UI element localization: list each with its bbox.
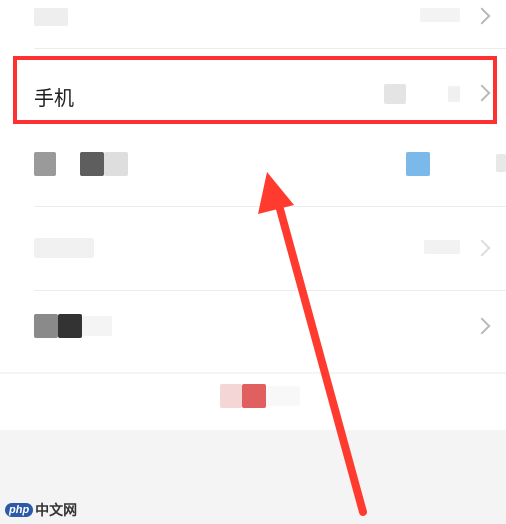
watermark-text: 中文网 [35,502,78,518]
annotation-arrow [258,172,367,516]
watermark-logo: php 中文网 [5,500,77,520]
watermark-badge: php [5,503,34,517]
settings-screen: 手机 php 中文网 [0,0,506,524]
